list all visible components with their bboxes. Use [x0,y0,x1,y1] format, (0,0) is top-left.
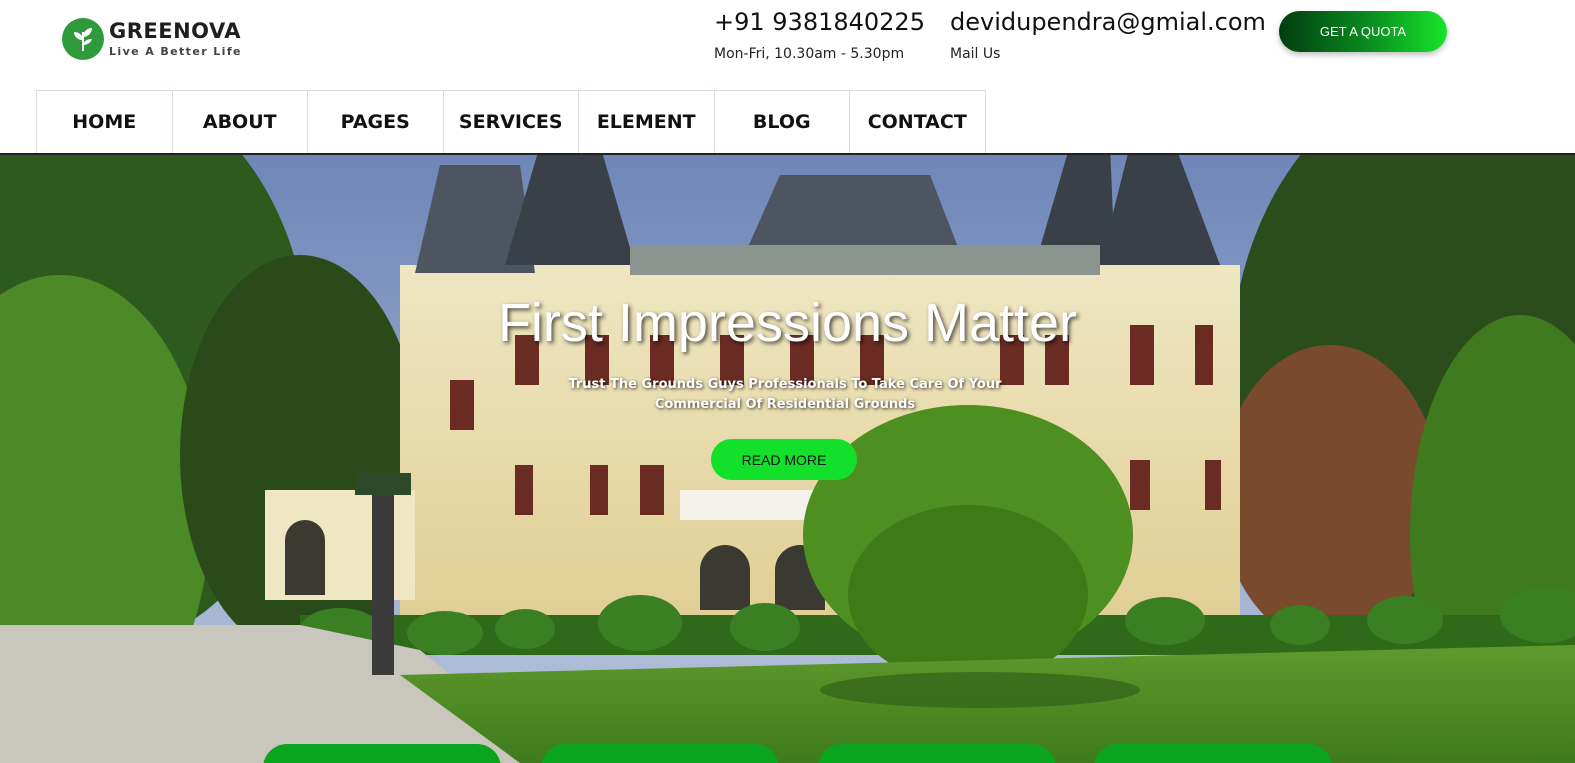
brand-name: GREENOVA [109,19,242,43]
mail-label: Mail Us [950,46,1001,62]
phone-number[interactable]: +91 9381840225 [714,8,925,36]
top-header: GREENOVA Live A Better Life +91 93818402… [0,0,1575,90]
hero-title: First Impressions Matter [497,293,1078,353]
brand-tagline: Live A Better Life [109,45,242,58]
main-nav: HOME ABOUT PAGES SERVICES ELEMENT BLOG C… [36,90,986,153]
get-quota-button[interactable]: GET A QUOTA [1279,11,1447,52]
hero-subtitle: Trust The Grounds Guys Professionals To … [568,377,1002,412]
feature-tab-3[interactable] [818,744,1056,763]
mail-contact: devidupendra@gmial.com Mail Us [950,8,1266,62]
feature-tab-2[interactable] [541,744,779,763]
read-more-button[interactable]: READ MORE [711,439,857,480]
nav-item-home[interactable]: HOME [37,91,173,153]
hero-banner: First Impressions Matter Trust The Groun… [0,155,1575,763]
nav-item-about[interactable]: ABOUT [172,91,308,153]
leaf-icon [62,18,104,60]
nav-item-blog[interactable]: BLOG [714,91,850,153]
feature-tab-1[interactable] [263,744,501,763]
feature-tab-4[interactable] [1094,744,1332,763]
office-hours: Mon-Fri, 10.30am - 5.30pm [714,46,905,62]
nav-item-services[interactable]: SERVICES [443,91,579,153]
brand-logo[interactable]: GREENOVA Live A Better Life [62,18,242,60]
phone-contact: +91 9381840225 Mon-Fri, 10.30am - 5.30pm [714,8,925,62]
email-address[interactable]: devidupendra@gmial.com [950,8,1266,36]
nav-item-element[interactable]: ELEMENT [579,91,715,153]
nav-item-contact[interactable]: CONTACT [850,91,986,153]
nav-item-pages[interactable]: PAGES [308,91,444,153]
